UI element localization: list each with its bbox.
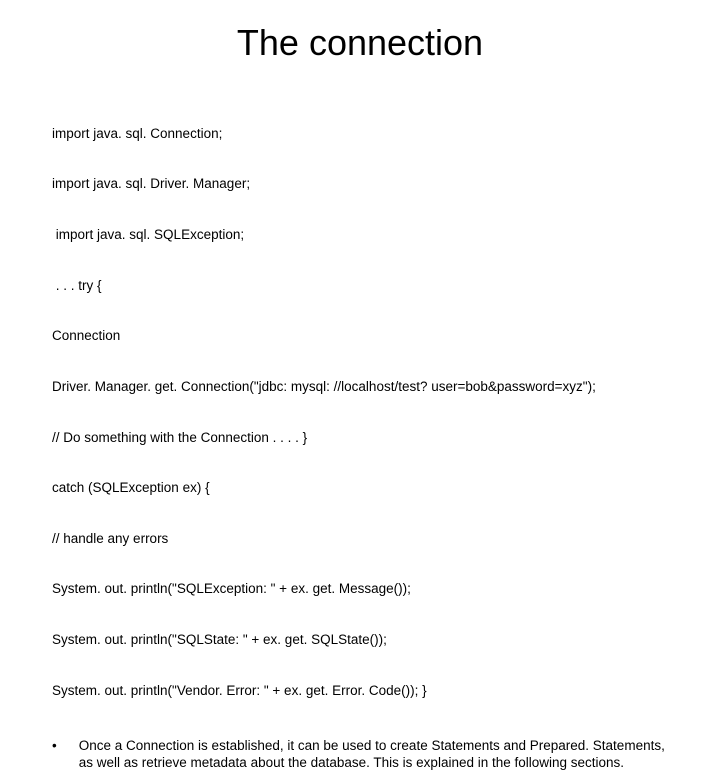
code-line: Driver. Manager. get. Connection("jdbc: … [52,379,668,396]
bullet-item: • Once a Connection is established, it c… [52,738,668,772]
code-line: import java. sql. SQLException; [52,227,668,244]
code-line: import java. sql. Driver. Manager; [52,176,668,193]
bullet-marker: • [52,738,57,755]
code-line: . . . try { [52,278,668,295]
code-line: import java. sql. Connection; [52,126,668,143]
code-line: System. out. println("SQLState: " + ex. … [52,632,668,649]
code-line: System. out. println("Vendor. Error: " +… [52,683,668,700]
code-block: import java. sql. Connection; import jav… [52,92,668,716]
code-line: // Do something with the Connection . . … [52,430,668,447]
bullet-text: Once a Connection is established, it can… [79,738,668,772]
code-line: System. out. println("SQLException: " + … [52,581,668,598]
slide-title: The connection [52,22,668,64]
code-line: Connection [52,328,668,345]
code-line: // handle any errors [52,531,668,548]
code-line: catch (SQLException ex) { [52,480,668,497]
